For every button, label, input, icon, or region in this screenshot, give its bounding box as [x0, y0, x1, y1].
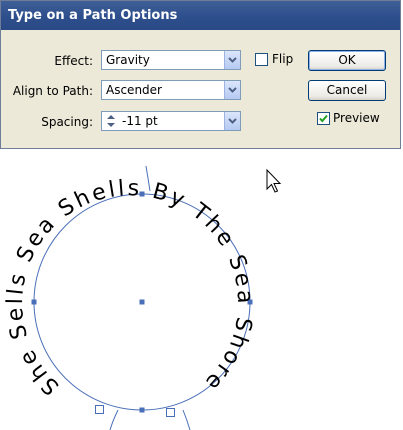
center-point[interactable]: [139, 299, 145, 305]
out-port-box[interactable]: [166, 408, 175, 417]
chevron-down-icon[interactable]: [224, 81, 240, 99]
preview-checkbox[interactable]: [317, 112, 330, 125]
align-label: Align to Path:: [12, 84, 93, 98]
chevron-down-icon[interactable]: [224, 112, 240, 130]
ok-button[interactable]: OK: [308, 50, 386, 71]
path-text-content: She Sells Sea Shells By The Sea Shore: [3, 176, 257, 399]
path-text[interactable]: She Sells Sea Shells By The Sea Shore: [3, 176, 257, 399]
artboard[interactable]: She Sells Sea Shells By The Sea Shore: [0, 149, 403, 430]
dialog-title: Type on a Path Options: [1, 1, 400, 30]
align-row: Align to Path:: [1, 80, 93, 102]
effect-label: Effect:: [54, 54, 93, 68]
check-icon: [319, 114, 328, 123]
spacing-label: Spacing:: [41, 115, 93, 129]
flip-checkbox[interactable]: [255, 53, 268, 66]
preview-label[interactable]: Preview: [333, 112, 380, 125]
in-port-box[interactable]: [95, 405, 104, 414]
spacing-value[interactable]: -11 pt: [122, 112, 158, 130]
anchor-point-left[interactable]: [31, 299, 37, 305]
align-value: Ascender: [106, 83, 162, 97]
path-end-bracket-left[interactable]: [109, 409, 119, 430]
type-on-path-dialog: Type on a Path Options Effect: Gravity A…: [0, 0, 401, 149]
anchor-point-bottom[interactable]: [139, 407, 145, 413]
spacing-combo[interactable]: -11 pt: [101, 111, 241, 131]
flip-label[interactable]: Flip: [272, 53, 293, 66]
effect-select[interactable]: Gravity: [101, 50, 241, 70]
path-end-bracket-right[interactable]: [182, 409, 191, 430]
effect-row: Effect:: [1, 50, 93, 72]
effect-value: Gravity: [106, 53, 150, 67]
spin-arrows-icon[interactable]: [105, 113, 117, 129]
chevron-down-icon[interactable]: [224, 51, 240, 69]
cancel-button[interactable]: Cancel: [308, 80, 386, 101]
mouse-pointer-icon: [266, 168, 282, 193]
spacing-row: Spacing:: [1, 111, 93, 133]
align-select[interactable]: Ascender: [101, 80, 241, 100]
